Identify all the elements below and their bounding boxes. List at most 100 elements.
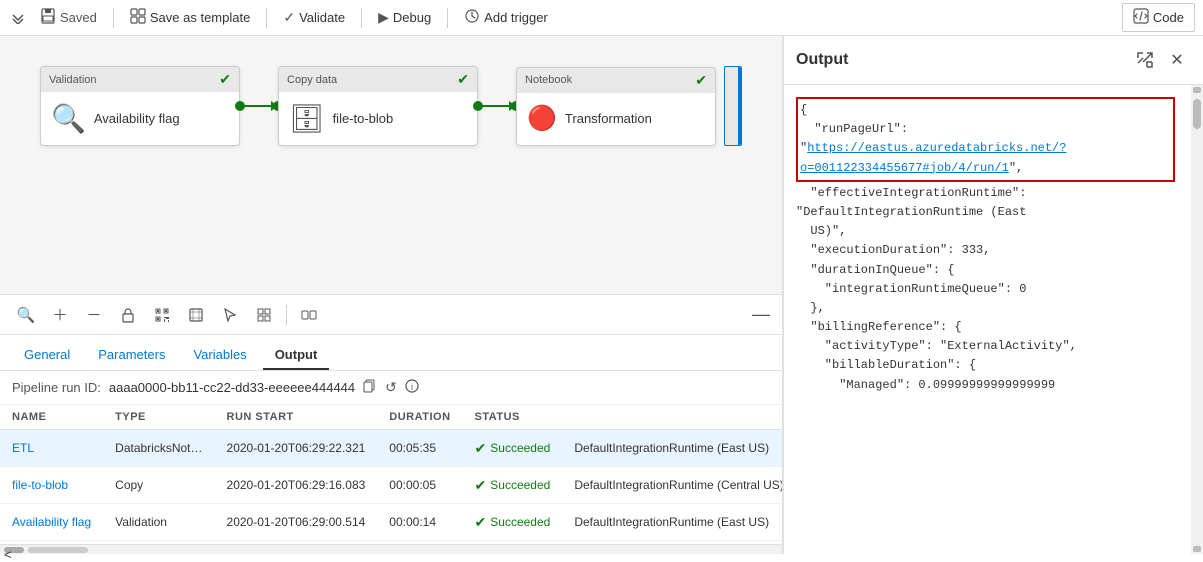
output-url-link[interactable]: https://eastus.azuredatabricks.net/?o=00… [800, 141, 1066, 174]
row-1-name: file-to-blob [0, 467, 103, 504]
notebook-node[interactable]: Notebook ✔ 🔴 Transformation [516, 67, 716, 146]
tab-variables[interactable]: Variables [181, 341, 258, 370]
connector-1 [240, 101, 278, 111]
connector-2 [478, 101, 516, 111]
scrollbar-thumb[interactable] [28, 547, 88, 553]
row-0-status-icon: ✔ [475, 440, 487, 457]
add-trigger-label: Add trigger [484, 10, 548, 25]
output-execution-duration: "executionDuration": 333, [796, 241, 1175, 260]
row-1-runtime: DefaultIntegrationRuntime (Central US) [562, 467, 782, 504]
row-0-runtime: DefaultIntegrationRuntime (East US) [562, 430, 782, 467]
tab-output[interactable]: Output [263, 341, 330, 370]
qr-tool[interactable] [148, 301, 176, 329]
table-row[interactable]: ETL DatabricksNot… 2020-01-20T06:29:22.3… [0, 430, 782, 467]
row-2-duration: 00:00:14 [377, 504, 462, 541]
col-duration: DURATION [377, 405, 462, 430]
run-info-bar: Pipeline run ID: aaaa0000-bb11-cc22-dd33… [0, 371, 782, 405]
copy-run-id-icon[interactable] [363, 379, 377, 396]
scrollbar-down-arrow[interactable] [1193, 546, 1201, 552]
row-2-status: ✔ Succeeded [463, 504, 563, 541]
add-trigger-button[interactable]: Add trigger [456, 4, 556, 31]
col-runtime [562, 405, 782, 430]
scrollbar-up-arrow[interactable] [1193, 87, 1201, 93]
frame-tool[interactable] [182, 301, 210, 329]
run-id-value: aaaa0000-bb11-cc22-dd33-eeeeee444444 [109, 380, 355, 395]
validation-node-icon: 🔍 [51, 102, 86, 135]
copy-data-node-body: 🗄 file-to-blob [279, 92, 477, 145]
row-2-run-start: 2020-01-20T06:29:00.514 [215, 504, 378, 541]
validate-button[interactable]: ✓ Validate [275, 5, 353, 30]
row-0-run-start: 2020-01-20T06:29:22.321 [215, 430, 378, 467]
col-name: NAME [0, 405, 103, 430]
tab-general[interactable]: General [12, 341, 82, 370]
run-info-label: Pipeline run ID: [12, 380, 101, 395]
output-close-brace-1: }, [796, 299, 1175, 318]
table-row[interactable]: Availability flag Validation 2020-01-20T… [0, 504, 782, 541]
template-icon [130, 8, 146, 27]
zoom-out-tool[interactable]: － [80, 301, 108, 329]
grid-tool[interactable] [250, 301, 278, 329]
validation-node-body: 🔍 Availability flag [41, 92, 239, 145]
zoom-in-tool[interactable]: ＋ [46, 301, 74, 329]
output-runtime-queue: "integrationRuntimeQueue": 0 [796, 280, 1175, 299]
notebook-node-header: Notebook ✔ [517, 68, 715, 93]
pipeline-canvas[interactable]: Validation ✔ 🔍 Availability flag [0, 36, 782, 294]
save-as-template-button[interactable]: Save as template [122, 4, 258, 31]
search-canvas-tool[interactable]: 🔍 [12, 301, 40, 329]
row-2-status-icon: ✔ [475, 514, 487, 531]
output-managed: "Managed": 0.09999999999999999 [796, 376, 1175, 395]
output-panel: Output ✕ { "runPageUrl": "https://eastus… [783, 36, 1203, 554]
horizontal-scrollbar[interactable]: < [0, 544, 782, 554]
validation-success-icon: ✔ [219, 71, 231, 88]
group-tool[interactable] [295, 301, 323, 329]
lock-tool[interactable] [114, 301, 142, 329]
output-panel-header: Output ✕ [784, 36, 1203, 85]
close-output-button[interactable]: ✕ [1163, 46, 1191, 74]
table-row[interactable]: file-to-blob Copy 2020-01-20T06:29:16.08… [0, 467, 782, 504]
output-duration-in-queue: "durationInQueue": { [796, 261, 1175, 280]
toolbar-divider-4 [447, 8, 448, 28]
scrollbar-thumb[interactable] [1193, 99, 1201, 129]
connector-1-line [240, 105, 271, 107]
main-toolbar: Saved Save as template ✓ Validate ▶ Debu… [0, 0, 1203, 36]
validation-node[interactable]: Validation ✔ 🔍 Availability flag [40, 66, 240, 146]
output-line-open-brace: { [800, 103, 807, 117]
row-0-duration: 00:05:35 [377, 430, 462, 467]
row-0-name: ETL [0, 430, 103, 467]
code-icon [1133, 8, 1149, 27]
info-icon[interactable]: i [405, 379, 419, 396]
cursor-tool[interactable] [216, 301, 244, 329]
scrollbar-left-arrow[interactable]: < [4, 547, 24, 553]
activity-table: NAME TYPE RUN START DURATION STATUS ETL [0, 405, 782, 544]
output-vertical-scrollbar[interactable] [1191, 85, 1203, 554]
refresh-icon[interactable]: ↺ [385, 379, 397, 396]
row-1-run-start: 2020-01-20T06:29:16.083 [215, 467, 378, 504]
output-activity-type: "activityType": "ExternalActivity", [796, 337, 1175, 356]
col-type: TYPE [103, 405, 214, 430]
col-run-start: RUN START [215, 405, 378, 430]
partial-node-indicator [724, 66, 742, 146]
code-button[interactable]: Code [1122, 3, 1195, 32]
canvas-area: Validation ✔ 🔍 Availability flag [0, 36, 783, 554]
notebook-node-label: Transformation [565, 111, 652, 126]
notebook-success-icon: ✔ [695, 72, 707, 89]
row-1-type: Copy [103, 467, 214, 504]
code-label: Code [1153, 10, 1184, 25]
validation-node-header: Validation ✔ [41, 67, 239, 92]
saved-indicator: Saved [32, 4, 105, 31]
collapse-button[interactable] [8, 8, 28, 28]
validate-label: Validate [299, 10, 345, 25]
saved-label: Saved [60, 10, 97, 25]
minimize-handle[interactable]: — [752, 304, 770, 325]
copy-data-node[interactable]: Copy data ✔ 🗄 file-to-blob [278, 66, 478, 146]
copy-data-success-icon: ✔ [457, 71, 469, 88]
row-1-status: ✔ Succeeded [463, 467, 563, 504]
notebook-node-type: Notebook [525, 74, 572, 86]
row-2-name: Availability flag [0, 504, 103, 541]
tab-parameters[interactable]: Parameters [86, 341, 177, 370]
expand-output-button[interactable] [1131, 46, 1159, 74]
pipeline-nodes: Validation ✔ 🔍 Availability flag [0, 36, 782, 176]
debug-button[interactable]: ▶ Debug [370, 5, 439, 30]
row-1-duration: 00:00:05 [377, 467, 462, 504]
output-effective-runtime: "effectiveIntegrationRuntime": "DefaultI… [796, 184, 1175, 242]
